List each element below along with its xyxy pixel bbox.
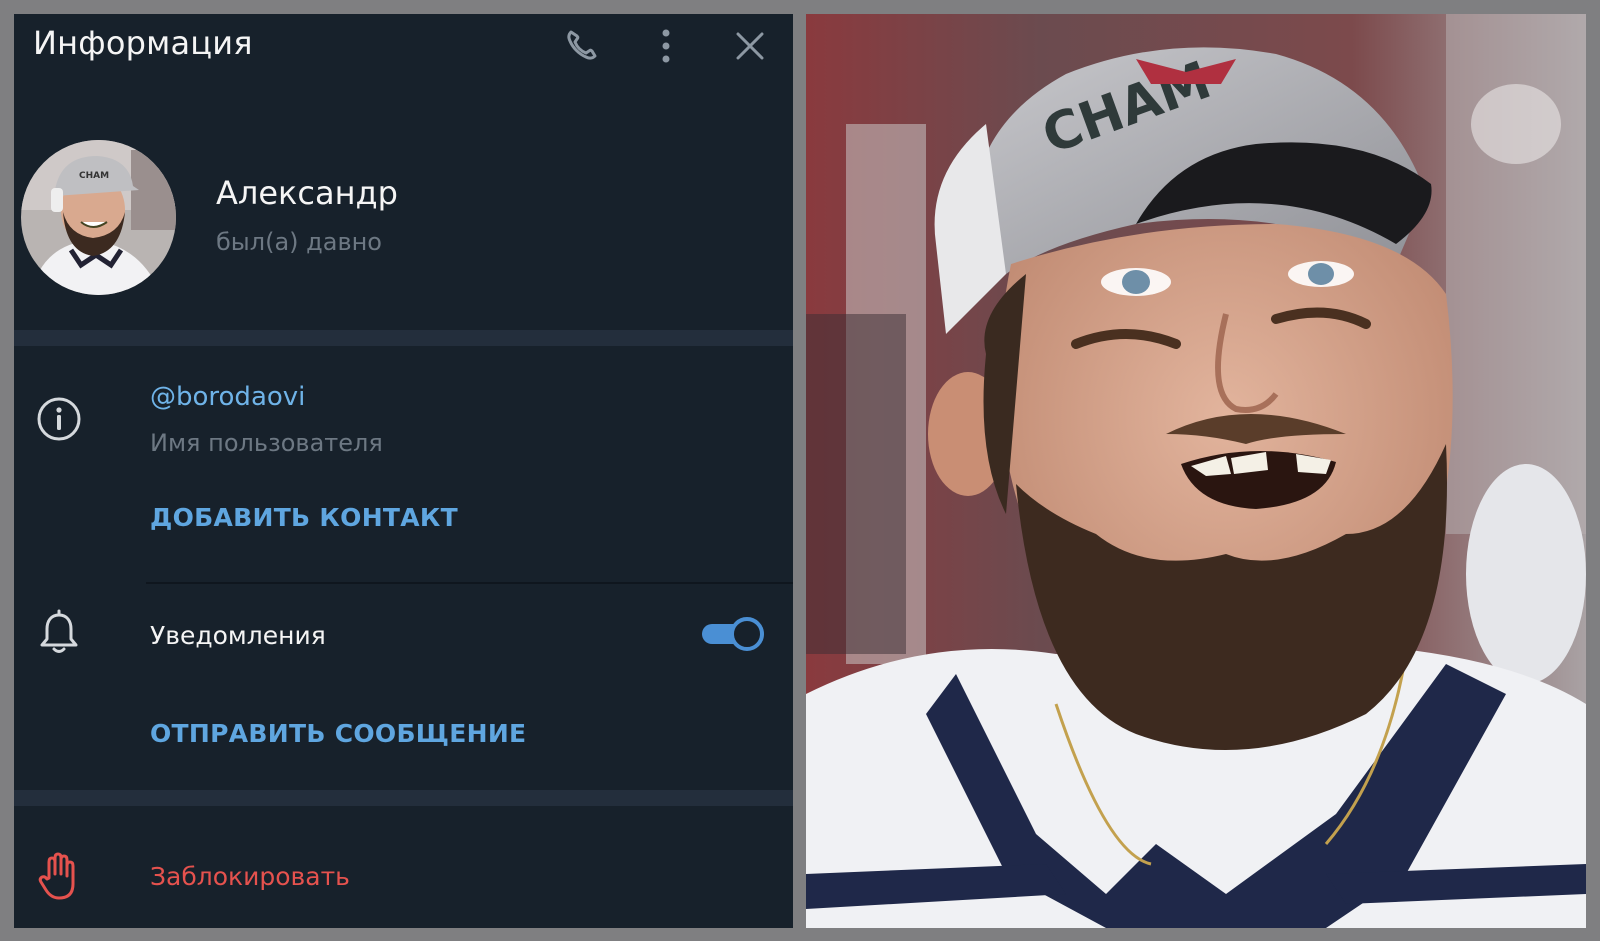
row-separator xyxy=(146,582,793,584)
svg-text:CHAM: CHAM xyxy=(79,171,109,181)
phone-icon xyxy=(567,30,597,60)
info-panel: Информация CHAM Александр был(а) давно @… xyxy=(14,14,793,928)
close-button[interactable] xyxy=(726,22,774,70)
username-link[interactable]: @borodaovi xyxy=(150,382,305,412)
username-caption: Имя пользователя xyxy=(150,429,383,457)
close-icon xyxy=(736,32,764,60)
bell-icon xyxy=(40,609,78,653)
notifications-label: Уведомления xyxy=(150,621,326,650)
bell-icon-wrap xyxy=(34,608,84,658)
hockey-player-photo: CHAM xyxy=(806,14,1586,928)
info-icon-wrap xyxy=(34,394,84,444)
section-divider xyxy=(14,330,793,346)
profile-photo-large: CHAM xyxy=(806,14,1586,928)
profile-name: Александр xyxy=(216,174,398,212)
block-icon-wrap xyxy=(34,852,84,902)
block-user-button[interactable]: Заблокировать xyxy=(150,862,350,891)
add-contact-button[interactable]: ДОБАВИТЬ КОНТАКТ xyxy=(150,503,458,532)
more-vertical-icon xyxy=(662,29,670,63)
hand-stop-icon xyxy=(38,852,75,900)
avatar-photo: CHAM xyxy=(21,140,176,295)
avatar[interactable]: CHAM xyxy=(21,140,176,295)
info-icon xyxy=(37,397,81,441)
call-button[interactable] xyxy=(558,22,606,70)
page-title: Информация xyxy=(33,24,253,62)
send-message-button[interactable]: ОТПРАВИТЬ СООБЩЕНИЕ xyxy=(150,719,526,748)
toggle-knob xyxy=(730,617,764,651)
section-divider-bottom xyxy=(14,790,793,806)
panel-header: Информация xyxy=(14,14,793,76)
notifications-toggle[interactable] xyxy=(702,617,764,651)
last-seen-status: был(а) давно xyxy=(216,228,382,256)
more-button[interactable] xyxy=(642,22,690,70)
